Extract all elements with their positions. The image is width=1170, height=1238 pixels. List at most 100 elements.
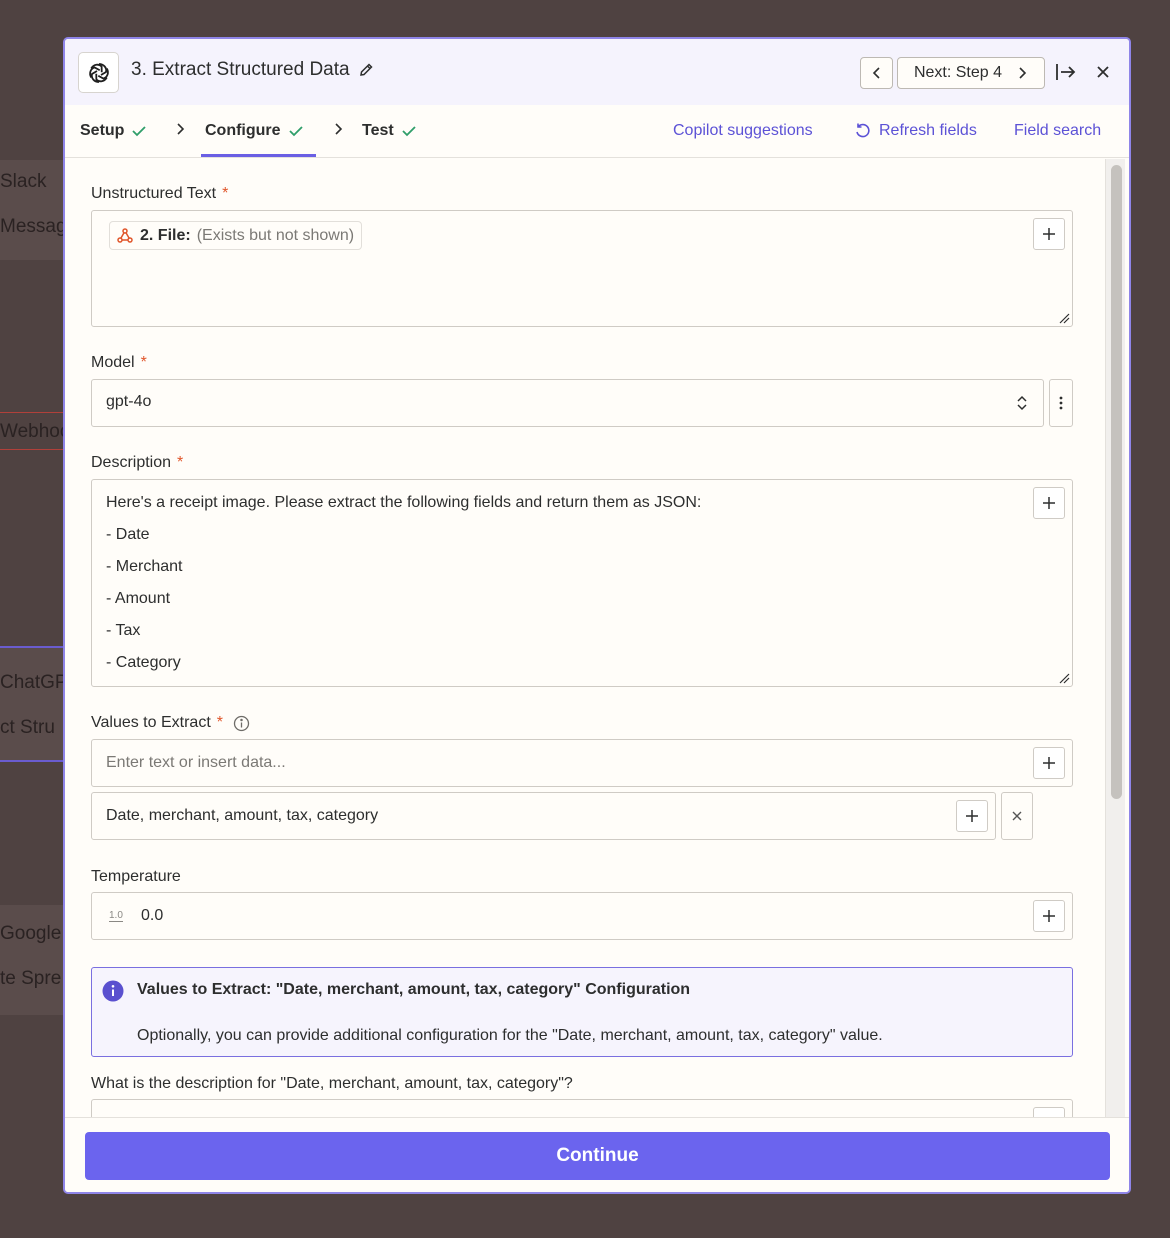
description-line: - Amount [106,590,171,607]
description-line: - Tax [106,622,141,639]
description-textarea[interactable]: Here's a receipt image. Please extract t… [91,479,1073,687]
bg-fragment-webhook: Webhoo [0,421,64,442]
data-pill-label: 2. File: [140,226,191,244]
copilot-suggestions-link[interactable]: Copilot suggestions [673,122,813,140]
configuration-info-box: Values to Extract: "Date, merchant, amou… [91,967,1073,1057]
required-mark: * [140,354,147,371]
temperature-value: 0.0 [141,907,164,924]
chevron-up-down-icon [1017,395,1027,411]
model-select[interactable]: gpt-4o [91,379,1044,427]
check-icon [132,126,147,137]
values-to-extract-item-value: Date, merchant, amount, tax, category [106,807,379,824]
field-search-label: Field search [1014,122,1102,139]
next-step-label: Next: Step 4 [913,64,1003,81]
field-description-question-text: What is the description for "Date, merch… [91,1075,573,1092]
required-mark: * [177,454,184,471]
insert-data-button[interactable] [1033,747,1065,779]
description-label: Description * [91,454,183,472]
temperature-input[interactable]: 1.0 0.0 [91,892,1073,940]
refresh-fields-label: Refresh fields [879,122,977,139]
step-title-text: 3. Extract Structured Data [131,59,350,80]
insert-data-button[interactable] [1033,900,1065,932]
openai-icon [78,52,119,93]
model-select-value: gpt-4o [106,393,152,410]
model-label: Model * [91,354,147,372]
values-to-extract-item[interactable]: Date, merchant, amount, tax, category [91,792,996,840]
unstructured-text-label: Unstructured Text * [91,185,228,203]
description-line: - Date [106,526,150,543]
scrollbar-thumb[interactable] [1111,165,1122,799]
info-box-title: Values to Extract: "Date, merchant, amou… [137,981,691,998]
copilot-suggestions-label: Copilot suggestions [673,122,813,139]
field-description-question-label: What is the description for "Date, merch… [91,1075,573,1093]
model-options-button[interactable] [1049,379,1073,427]
description-line: - Category [106,654,181,671]
remove-item-button[interactable] [1001,792,1033,840]
values-to-extract-placeholder: Enter text or insert data... [106,754,286,771]
data-pill-value: (Exists but not shown) [196,226,355,244]
check-icon [402,126,416,137]
refresh-icon [856,123,870,138]
scrollbar[interactable] [1105,159,1125,1117]
tab-configure-label: Configure [205,122,281,139]
previous-step-button[interactable] [860,57,893,89]
values-to-extract-label: Values to Extract * [91,714,250,732]
insert-data-button[interactable] [1033,487,1065,519]
unstructured-text-field[interactable]: 2. File: (Exists but not shown) [91,210,1073,327]
webhook-icon [117,227,133,243]
plus-icon [966,810,978,822]
tab-setup[interactable]: Setup [80,122,147,140]
model-label-text: Model [91,354,135,371]
resize-handle-icon[interactable] [1058,312,1070,324]
description-label-text: Description [91,454,172,471]
collapse-panel-icon[interactable] [1055,62,1077,87]
plus-icon [1043,757,1055,769]
temperature-label-text: Temperature [91,868,181,885]
tab-test[interactable]: Test [362,122,416,140]
unstructured-text-label-text: Unstructured Text [91,185,217,202]
decimal-number-icon: 1.0 [109,910,123,922]
bg-fragment-chatgpt: ChatGP [0,672,64,693]
form-content: Unstructured Text * 2. File: (Exists but… [65,159,1129,1117]
active-tab-indicator [201,154,316,157]
bg-card-chatgpt [0,646,64,762]
required-mark: * [216,714,223,731]
bg-fragment-extract-structured: ct Stru [0,717,55,738]
next-step-button[interactable]: Next: Step 4 [897,57,1045,89]
insert-data-button[interactable] [1033,218,1065,250]
chevron-right-icon [175,122,185,141]
resize-handle-icon[interactable] [1058,672,1070,684]
field-description-input[interactable] [91,1099,1073,1117]
check-icon [288,126,303,137]
chevron-right-icon [333,122,343,141]
bg-card-top-border [0,646,64,648]
values-to-extract-label-text: Values to Extract [91,714,211,731]
data-pill-file[interactable]: 2. File: (Exists but not shown) [109,221,363,250]
description-line: - Merchant [106,558,183,575]
tab-configure[interactable]: Configure [205,122,303,140]
bg-card-google [0,905,64,1015]
bg-fragment-message: Messag [0,216,64,237]
plus-icon [1043,910,1055,922]
temperature-label: Temperature [91,868,181,886]
bg-fragment-google: Google [0,923,62,944]
required-mark: * [222,185,229,202]
field-search-link[interactable]: Field search [1014,122,1101,140]
insert-data-button[interactable] [1033,1107,1065,1117]
plus-icon [1043,497,1055,509]
refresh-fields-button[interactable]: Refresh fields [854,122,977,140]
info-box-body: Optionally, you can provide additional c… [137,1027,883,1044]
chevron-left-icon [872,67,880,79]
chevron-right-icon [1019,67,1027,79]
info-icon[interactable] [233,715,250,732]
continue-button[interactable]: Continue [85,1132,1110,1180]
values-to-extract-input[interactable]: Enter text or insert data... [91,739,1073,787]
tab-setup-label: Setup [80,122,125,139]
close-icon[interactable] [1096,65,1110,84]
insert-data-button[interactable] [956,800,988,832]
step-tabs: Setup Configure Test Copilot suggestions… [65,105,1129,158]
modal-footer: Continue [65,1117,1129,1192]
more-vertical-icon [1059,396,1063,410]
edit-pencil-icon[interactable] [358,62,374,78]
tab-test-label: Test [362,122,394,139]
